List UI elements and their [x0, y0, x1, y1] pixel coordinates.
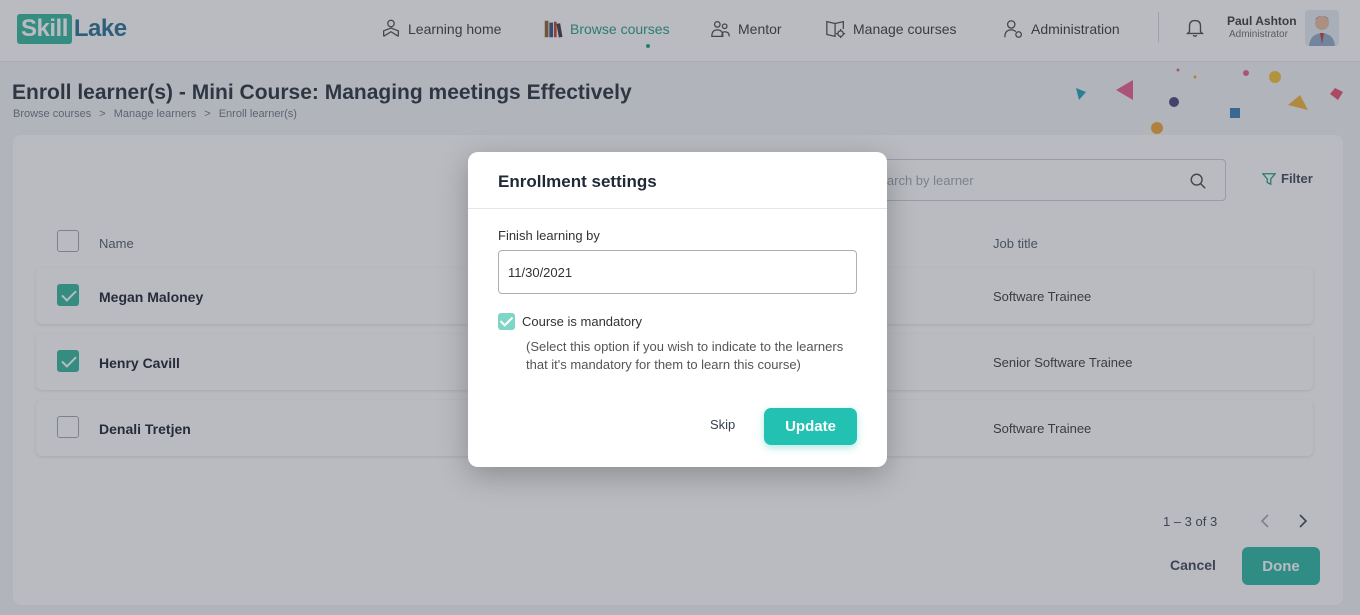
dialog-divider [468, 208, 887, 209]
dialog-title: Enrollment settings [498, 172, 657, 191]
finish-by-label: Finish learning by [498, 228, 600, 243]
finish-by-date-input[interactable] [498, 250, 857, 294]
mandatory-checkbox[interactable] [498, 313, 515, 330]
skip-button[interactable]: Skip [710, 417, 735, 432]
mandatory-help-text: (Select this option if you wish to indic… [526, 339, 844, 372]
update-button[interactable]: Update [764, 408, 857, 445]
enrollment-settings-dialog: Enrollment settings Finish learning by C… [468, 152, 887, 467]
mandatory-checkbox-label[interactable]: Course is mandatory [522, 314, 642, 329]
